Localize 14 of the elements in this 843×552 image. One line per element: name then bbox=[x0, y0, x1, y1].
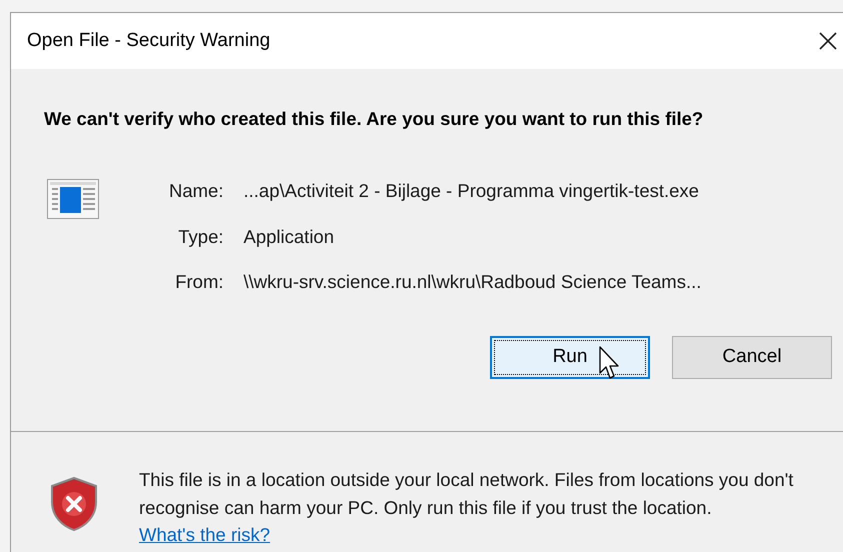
heading: We can't verify who created this file. Are you sure you want to run this file? bbox=[44, 107, 704, 131]
detail-value: \\wkru-srv.science.ru.nl\wkru\Radboud Science Teams... bbox=[244, 270, 702, 294]
window-title: Open File - Security Warning bbox=[27, 28, 270, 53]
detail-label: From: bbox=[174, 270, 224, 294]
detail-label: Name: bbox=[169, 178, 224, 203]
risk-link[interactable]: What's the risk? bbox=[139, 524, 270, 545]
run-button[interactable]: Run bbox=[490, 336, 650, 379]
cancel-button[interactable]: Cancel bbox=[672, 336, 832, 379]
shield-error-icon bbox=[49, 476, 99, 532]
detail-label: Type: bbox=[177, 224, 224, 249]
detail-value: Application bbox=[244, 224, 336, 249]
application-window-icon bbox=[47, 178, 99, 219]
detail-value: ...ap\Activiteit 2 - Bijlage - Programma vingertik-test.exe bbox=[244, 178, 700, 203]
warning-text: This file is in a location outside your local network. Files from locations you don't recognise can harm your PC. Only run this file if you trust the location. What's the risk? bbox=[139, 468, 794, 547]
